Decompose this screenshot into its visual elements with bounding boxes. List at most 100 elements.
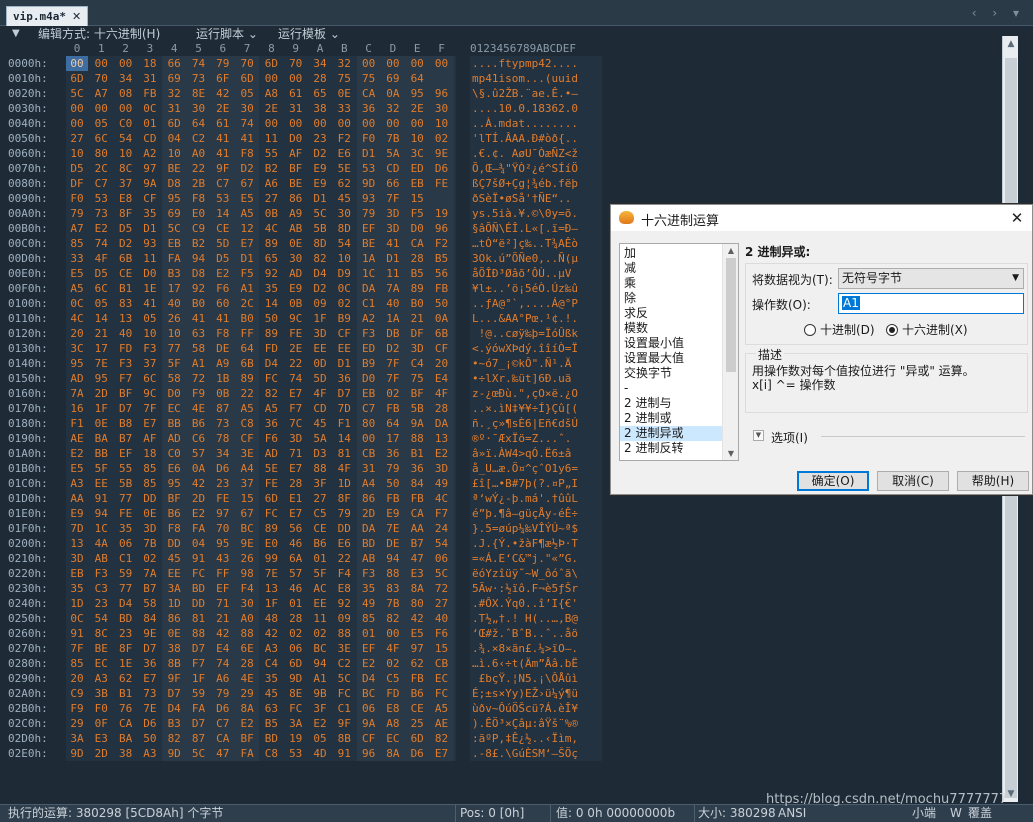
hex-byte[interactable]: EC — [90, 656, 112, 671]
hex-byte[interactable]: 36 — [139, 656, 161, 671]
hex-byte[interactable]: 41 — [212, 311, 234, 326]
hex-byte[interactable]: FF — [236, 326, 258, 341]
ascii-text[interactable]: ys.5ià.¥.©\0y=õ. — [470, 206, 602, 221]
hex-byte[interactable]: FE — [431, 176, 453, 191]
hex-row[interactable]: 0240h: 1D 23 D4 58 1D DD 71 30 1F 01 EE 92 49 7B 80 27 .#… — [0, 596, 1000, 611]
hex-byte[interactable]: 27 — [309, 491, 331, 506]
hex-byte[interactable]: D6 — [139, 716, 161, 731]
hex-byte[interactable]: 0E — [163, 626, 185, 641]
hex-byte[interactable]: 34 — [309, 56, 331, 71]
cancel-button[interactable]: 取消(C) — [877, 471, 949, 491]
hex-bytes[interactable]: 4C 14 13 05 26 41 41 B0 50 9C 1F B9 A2 1A 21 0A — [66, 311, 456, 326]
hex-byte[interactable]: E2 — [212, 266, 234, 281]
hex-byte[interactable]: C9 — [188, 221, 210, 236]
hex-byte[interactable]: 42 — [188, 476, 210, 491]
hex-byte[interactable]: 5E — [333, 161, 355, 176]
hex-byte[interactable]: 02 — [285, 626, 307, 641]
file-tab[interactable]: vip.m4a* ✕ — [6, 6, 89, 26]
hex-byte[interactable]: C3 — [90, 581, 112, 596]
hex-byte[interactable]: 3F — [309, 701, 331, 716]
hex-byte[interactable]: E6 — [333, 146, 355, 161]
hex-bytes[interactable]: 29 0F CA D6 B3 D7 C7 E2 B5 3A E2 9F 9A A8 25 AE — [66, 716, 456, 731]
hex-byte[interactable]: 73 — [212, 416, 234, 431]
hex-byte[interactable]: 33 — [333, 101, 355, 116]
hex-byte[interactable]: 97 — [139, 161, 161, 176]
operation-list-item[interactable]: 设置最小值 — [620, 336, 722, 351]
hex-byte[interactable]: 43 — [212, 551, 234, 566]
hex-byte[interactable]: 54 — [90, 611, 112, 626]
hex-byte[interactable]: A5 — [66, 281, 88, 296]
hex-byte[interactable]: 31 — [358, 461, 380, 476]
hex-byte[interactable]: 81 — [188, 611, 210, 626]
hex-byte[interactable]: 1F — [188, 671, 210, 686]
hex-byte[interactable]: 3D — [406, 341, 428, 356]
hex-byte[interactable]: 0E — [333, 86, 355, 101]
hex-byte[interactable]: 92 — [188, 281, 210, 296]
hex-byte[interactable]: D4 — [115, 596, 137, 611]
ascii-text[interactable]: .J.{Ý.•žàF¶æ½Þ·T — [470, 536, 602, 551]
hex-byte[interactable]: C8 — [260, 746, 282, 761]
hex-byte[interactable]: 41 — [212, 146, 234, 161]
hex-byte[interactable]: D5 — [115, 221, 137, 236]
hex-byte[interactable]: 05 — [236, 86, 258, 101]
hex-byte[interactable]: EF — [358, 641, 380, 656]
hex-byte[interactable]: A5 — [431, 701, 453, 716]
hex-byte[interactable]: E7 — [139, 416, 161, 431]
hex-byte[interactable]: E9 — [285, 281, 307, 296]
hex-byte[interactable]: E2 — [188, 506, 210, 521]
hex-byte[interactable]: 3D — [382, 221, 404, 236]
hex-byte[interactable]: F0 — [90, 701, 112, 716]
hex-byte[interactable]: E2 — [90, 221, 112, 236]
hex-row[interactable]: 0060h: 10 80 10 A2 10 A0 41 F8 55 AF D2 E6 D1 5A 3C 9E .€… — [0, 146, 1000, 161]
hex-byte[interactable]: 50 — [139, 731, 161, 746]
hex-byte[interactable]: 8A — [406, 581, 428, 596]
hex-byte[interactable]: 10 — [115, 146, 137, 161]
hex-byte[interactable]: D3 — [309, 446, 331, 461]
hex-byte[interactable]: 8E — [285, 686, 307, 701]
hex-byte[interactable]: EE — [333, 341, 355, 356]
hex-byte[interactable]: E8 — [333, 581, 355, 596]
hex-byte[interactable]: A4 — [236, 461, 258, 476]
hex-byte[interactable]: C6 — [188, 431, 210, 446]
hex-byte[interactable]: 10 — [406, 131, 428, 146]
hex-byte[interactable]: 28 — [406, 251, 428, 266]
hex-byte[interactable]: 5E — [260, 461, 282, 476]
hex-byte[interactable]: 49 — [358, 596, 380, 611]
hex-byte[interactable]: F0 — [66, 191, 88, 206]
hex-byte[interactable]: 1F — [309, 311, 331, 326]
hex-byte[interactable]: D2 — [115, 236, 137, 251]
hex-byte[interactable]: 0C — [66, 611, 88, 626]
hex-byte[interactable]: AD — [285, 266, 307, 281]
hex-byte[interactable]: 64 — [382, 416, 404, 431]
hex-byte[interactable]: F7 — [285, 401, 307, 416]
hex-bytes[interactable]: AD 95 F7 6C 58 72 1B 89 FC 74 5D 36 D0 7F 75 E4 — [66, 371, 456, 386]
hex-byte[interactable]: 32 — [163, 86, 185, 101]
hex-byte[interactable]: D0 — [358, 371, 380, 386]
hex-byte[interactable]: D4 — [163, 701, 185, 716]
hex-byte[interactable]: 06 — [358, 701, 380, 716]
hex-byte[interactable]: BD — [260, 731, 282, 746]
hex-byte[interactable]: 01 — [139, 116, 161, 131]
hex-byte[interactable]: F3 — [358, 326, 380, 341]
hex-byte[interactable]: 41 — [212, 131, 234, 146]
hex-bytes[interactable]: 20 A3 62 E7 9F 1F A6 4E 35 9D A1 5C D4 C5 FB EC — [66, 671, 456, 686]
hex-byte[interactable]: 05 — [139, 311, 161, 326]
hex-byte[interactable]: 88 — [333, 626, 355, 641]
hex-byte[interactable]: 00 — [382, 116, 404, 131]
hex-byte[interactable]: 7F — [382, 356, 404, 371]
hex-byte[interactable]: 01 — [309, 551, 331, 566]
hex-byte[interactable]: 96 — [431, 86, 453, 101]
hex-byte[interactable]: 22 — [285, 356, 307, 371]
hex-byte[interactable]: FE — [115, 506, 137, 521]
run-script-menu[interactable]: 运行脚本 ⌄ — [196, 26, 258, 42]
hex-byte[interactable]: 24 — [431, 521, 453, 536]
hex-byte[interactable]: 20 — [431, 356, 453, 371]
hex-byte[interactable]: E9 — [382, 506, 404, 521]
hex-byte[interactable]: 8C — [115, 161, 137, 176]
hex-byte[interactable]: 18 — [139, 56, 161, 71]
hex-byte[interactable]: 5D — [212, 236, 234, 251]
hex-byte[interactable]: 01 — [285, 596, 307, 611]
hex-byte[interactable]: 28 — [285, 476, 307, 491]
hex-byte[interactable]: C2 — [188, 131, 210, 146]
hex-byte[interactable]: 46 — [285, 536, 307, 551]
